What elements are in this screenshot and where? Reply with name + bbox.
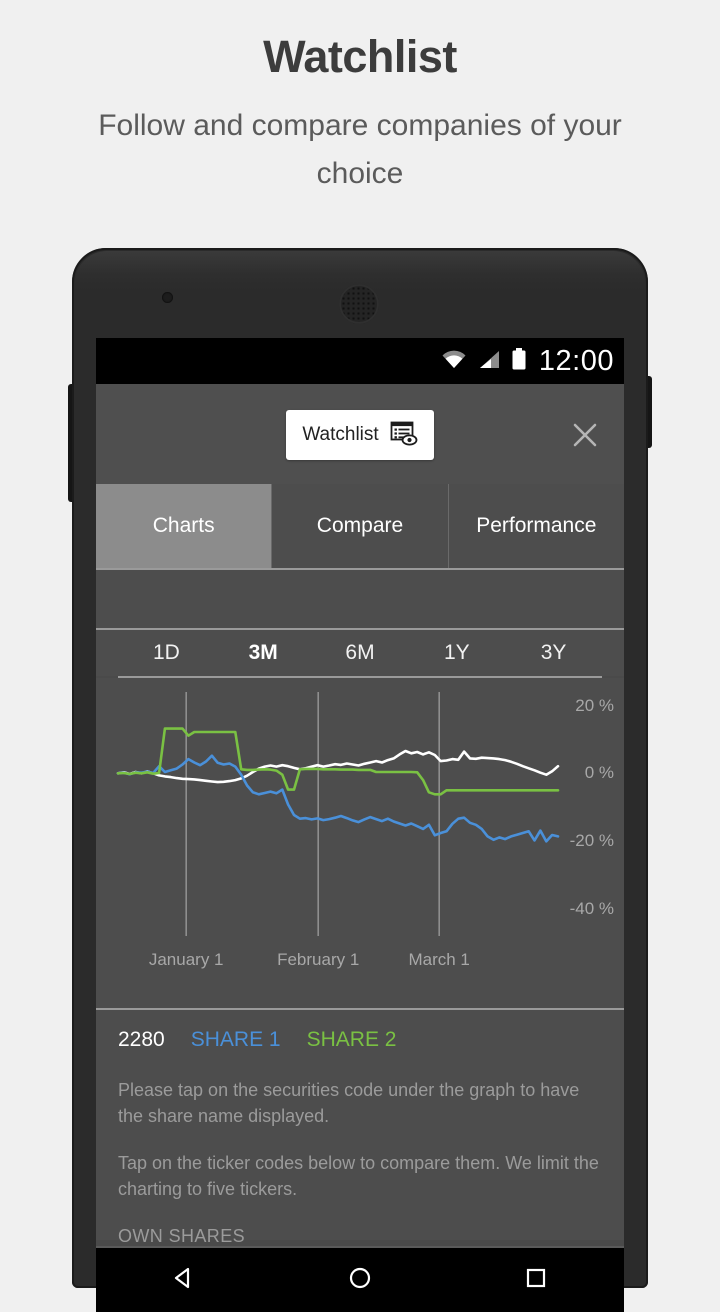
promo-screenshot: Watchlist Follow and compare companies o… <box>0 0 720 1312</box>
home-circle-icon[interactable] <box>345 1263 375 1298</box>
ticker-legend: 2280 SHARE 1 SHARE 2 <box>118 1010 602 1052</box>
range-1d[interactable]: 1D <box>118 641 215 665</box>
ticker-share-1[interactable]: SHARE 1 <box>191 1028 281 1052</box>
page-title: Watchlist <box>263 31 457 82</box>
range-6m[interactable]: 6M <box>312 641 409 665</box>
battery-full-icon <box>511 347 527 375</box>
tab-charts[interactable]: Charts <box>96 484 273 568</box>
tab-performance[interactable]: Performance <box>448 484 624 568</box>
y-axis-label-neg20: -20 % <box>569 831 614 851</box>
range-1y[interactable]: 1Y <box>408 641 505 665</box>
time-range-selector: 1D 3M 6M 1Y 3Y <box>96 630 624 676</box>
watchlist-badge[interactable]: Watchlist <box>286 410 434 460</box>
tab-compare[interactable]: Compare <box>272 484 449 568</box>
tab-bar: Charts Compare Performance <box>96 484 624 568</box>
phone-mockup: 12:00 Watchlist Charts Compare Performan… <box>68 248 652 1312</box>
x-axis-label-february: February 1 <box>277 950 360 969</box>
back-triangle-icon[interactable] <box>169 1263 199 1298</box>
status-bar-icons <box>441 347 527 375</box>
x-axis-label-january: January 1 <box>148 950 224 969</box>
y-axis-label-20: 20 % <box>575 695 614 715</box>
y-axis-label-neg40: -40 % <box>569 898 614 918</box>
performance-chart[interactable]: 20 % 0 % -20 % -40 % January 1 February … <box>96 678 624 1008</box>
status-bar: 12:00 <box>96 338 624 384</box>
cellular-signal-icon <box>477 349 501 374</box>
promo-header: Watchlist Follow and compare companies o… <box>0 0 720 199</box>
watchlist-badge-label: Watchlist <box>302 424 379 445</box>
toolbar-strip <box>96 570 624 630</box>
page-subtitle: Follow and compare companies of your cho… <box>98 108 622 191</box>
recents-square-icon[interactable] <box>521 1263 551 1298</box>
hint-text-2: Tap on the ticker codes below to compare… <box>118 1153 599 1199</box>
chart-info-panel: 2280 SHARE 1 SHARE 2 Please tap on the s… <box>96 1008 624 1246</box>
range-3y[interactable]: 3Y <box>505 641 602 665</box>
volume-button[interactable] <box>68 384 74 502</box>
front-camera-icon <box>162 292 173 303</box>
phone-screen: 12:00 Watchlist Charts Compare Performan… <box>96 338 624 1248</box>
x-axis-label-march: March 1 <box>408 950 470 969</box>
ticker-share-2[interactable]: SHARE 2 <box>307 1028 397 1052</box>
watchlist-document-eye-icon <box>388 418 418 453</box>
power-button[interactable] <box>646 376 652 448</box>
wifi-icon <box>441 349 467 374</box>
earpiece-speaker-icon <box>339 284 379 324</box>
range-3m[interactable]: 3M <box>215 641 312 665</box>
own-shares-section-label: OWN SHARES <box>118 1226 246 1247</box>
y-axis-label-0: 0 % <box>584 763 614 783</box>
android-nav-bar <box>96 1248 624 1312</box>
ticker-own-code[interactable]: 2280 <box>118 1028 165 1052</box>
hint-text-1: Please tap on the securities code under … <box>118 1080 580 1126</box>
close-icon[interactable] <box>568 418 602 452</box>
app-bar: Watchlist <box>96 384 624 484</box>
status-bar-clock: 12:00 <box>538 344 614 377</box>
